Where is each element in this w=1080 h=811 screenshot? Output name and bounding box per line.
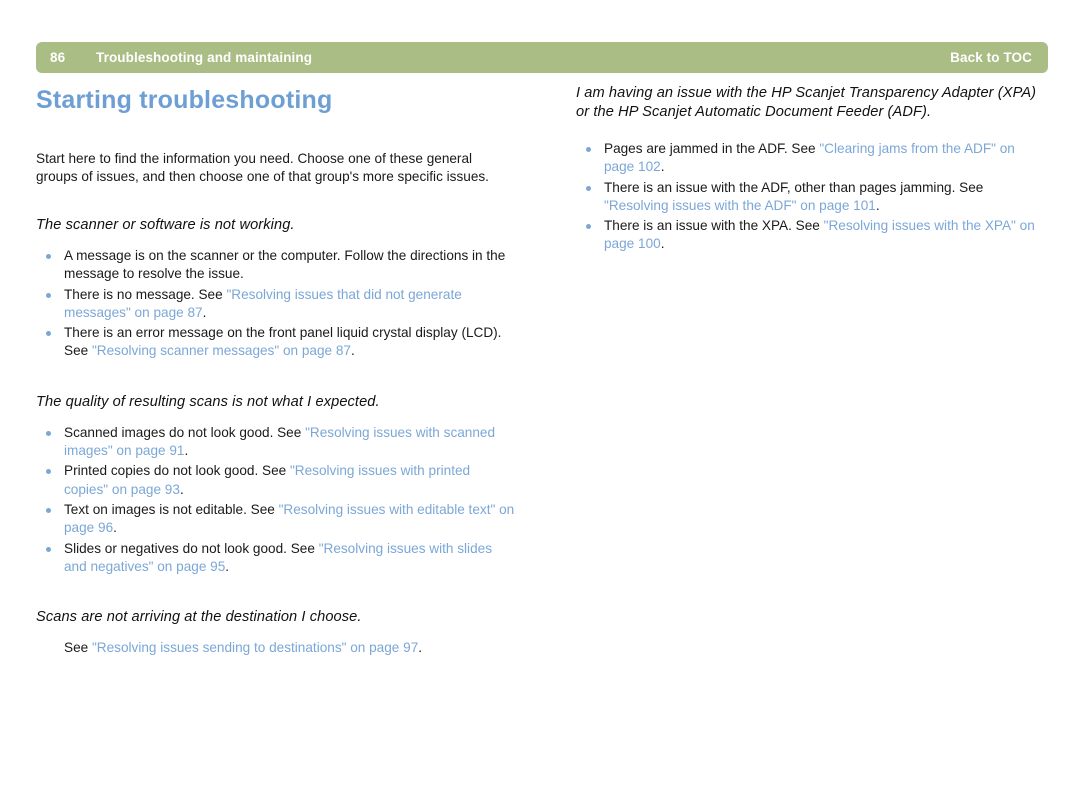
back-to-toc-link[interactable]: Back to TOC xyxy=(950,50,1032,65)
page-title: Starting troubleshooting xyxy=(36,86,333,114)
bullet-list-scan-quality: Scanned images do not look good. See "Re… xyxy=(36,424,516,576)
bullet-dot-icon xyxy=(46,469,51,475)
bullet-text-tail: . xyxy=(202,304,207,320)
bullet-text: Pages are jammed in the ADF. See xyxy=(604,141,820,156)
bullet-text-tail: . xyxy=(660,159,665,175)
bullet-dot-icon xyxy=(46,546,51,552)
header-page-number: 86 xyxy=(50,50,66,65)
bullet-dot-icon xyxy=(46,331,51,337)
list-item: Slides or negatives do not look good. Se… xyxy=(36,540,516,577)
bullet-text: A message is on the scanner or the compu… xyxy=(64,248,506,282)
bullet-text-tail: . xyxy=(179,481,184,497)
see-reference-line: See "Resolving issues sending to destina… xyxy=(36,639,516,657)
left-column: Starting troubleshooting Start here to f… xyxy=(36,84,516,657)
see-label: See xyxy=(64,640,92,656)
page-running-header: 86 Troubleshooting and maintaining Back … xyxy=(36,42,1048,73)
header-chapter-title: Troubleshooting and maintaining xyxy=(96,50,313,65)
bullet-text: Scanned images do not look good. See xyxy=(64,424,306,440)
cross-reference-link[interactable]: "Resolving issues sending to destination… xyxy=(92,640,418,655)
list-item: There is an issue with the XPA. See "Res… xyxy=(576,217,1048,254)
list-item: Pages are jammed in the ADF. See "Cleari… xyxy=(576,140,1048,177)
see-tail: . xyxy=(418,640,423,656)
bullet-text-tail: . xyxy=(225,558,230,574)
right-column: I am having an issue with the HP Scanjet… xyxy=(576,84,1048,256)
section-heading-scanner-software: The scanner or software is not working. xyxy=(36,217,295,233)
cross-reference-link[interactable]: "Resolving scanner messages" on page 87 xyxy=(92,343,351,358)
bullet-text: There is an issue with the ADF, other th… xyxy=(604,179,984,195)
document-page: 86 Troubleshooting and maintaining Back … xyxy=(0,0,1080,811)
bullet-dot-icon xyxy=(46,292,51,298)
list-item: Text on images is not editable. See "Res… xyxy=(36,501,516,538)
bullet-text-tail: . xyxy=(184,443,189,459)
bullet-text-tail: . xyxy=(113,520,117,536)
bullet-list-scanner-software: A message is on the scanner or the compu… xyxy=(36,247,516,361)
list-item: A message is on the scanner or the compu… xyxy=(36,247,516,284)
bullet-dot-icon xyxy=(586,224,591,230)
section-heading-scan-quality: The quality of resulting scans is not wh… xyxy=(36,393,380,410)
list-item: Scanned images do not look good. See "Re… xyxy=(36,424,516,461)
bullet-text-tail: . xyxy=(875,197,880,213)
bullet-text-tail: . xyxy=(351,343,355,359)
bullet-text: There is no message. See xyxy=(64,286,227,302)
list-item: There is an error message on the front p… xyxy=(36,324,516,361)
bullet-dot-icon xyxy=(586,147,591,152)
intro-paragraph: Start here to find the information you n… xyxy=(36,151,489,184)
bullet-dot-icon xyxy=(46,254,51,259)
bullet-dot-icon xyxy=(46,430,51,436)
bullet-dot-icon xyxy=(586,185,591,191)
bullet-list-xpa-adf: Pages are jammed in the ADF. See "Cleari… xyxy=(576,140,1048,254)
list-item: Printed copies do not look good. See "Re… xyxy=(36,462,516,499)
list-item: There is no message. See "Resolving issu… xyxy=(36,286,516,323)
bullet-text: Printed copies do not look good. See xyxy=(64,463,290,479)
section-heading-xpa-adf: I am having an issue with the HP Scanjet… xyxy=(576,85,1037,120)
section-heading-destinations: Scans are not arriving at the destinatio… xyxy=(36,609,362,626)
bullet-text: Slides or negatives do not look good. Se… xyxy=(64,540,319,556)
bullet-text-tail: . xyxy=(660,236,665,252)
bullet-dot-icon xyxy=(46,507,51,513)
bullet-text: Text on images is not editable. See xyxy=(64,501,279,517)
cross-reference-link[interactable]: "Resolving issues with the ADF" on page … xyxy=(604,198,876,213)
bullet-text: There is an issue with the XPA. See xyxy=(604,218,824,234)
list-item: There is an issue with the ADF, other th… xyxy=(576,179,1048,216)
